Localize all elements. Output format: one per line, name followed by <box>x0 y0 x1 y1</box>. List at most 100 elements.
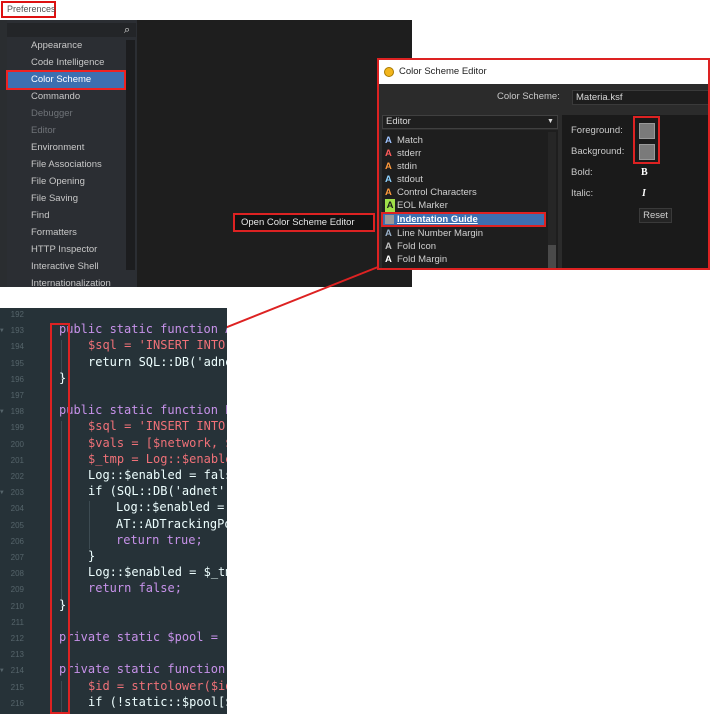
preferences-scrollbar[interactable] <box>126 40 135 270</box>
italic-toggle[interactable]: I <box>642 188 646 199</box>
pref-item-debugger[interactable]: Debugger <box>31 107 73 121</box>
line-number: 194 <box>10 342 24 351</box>
color-scheme-label: Color Scheme: <box>497 91 560 102</box>
code-editor[interactable]: 192 193 194 195 196 197 198 199 200 201 … <box>0 308 227 714</box>
pref-item-editor[interactable]: Editor <box>31 124 56 138</box>
code-line: return true; <box>116 533 203 547</box>
pref-item-appearance[interactable]: Appearance <box>31 39 82 53</box>
pref-item-http-inspector[interactable]: HTTP Inspector <box>31 243 97 257</box>
style-letter-icon: A <box>385 148 392 159</box>
code-line: return SQL::DB('adne <box>88 355 227 369</box>
style-item-label: stderr <box>397 148 422 159</box>
code-line: public static function A <box>59 322 227 336</box>
style-item-label: Control Characters <box>397 187 477 198</box>
code-line: Log::$enabled = <box>116 500 225 514</box>
style-item-stdin[interactable]: Astdin <box>385 160 417 173</box>
style-item-fold-margin[interactable]: A Fold Margin <box>385 253 447 266</box>
style-letter-icon: A <box>385 174 392 185</box>
style-item-fold-icon[interactable]: A Fold Icon <box>385 240 436 253</box>
line-number: 209 <box>10 585 24 594</box>
cse-title: Color Scheme Editor <box>399 66 487 77</box>
line-number: 215 <box>10 683 24 692</box>
style-item-label: stdin <box>397 161 418 172</box>
pref-item-file-associations[interactable]: File Associations <box>31 158 102 172</box>
line-number: 199 <box>10 423 24 432</box>
style-letter-icon: A <box>385 161 392 172</box>
preferences-search-input[interactable] <box>7 23 136 37</box>
open-color-scheme-editor-button[interactable]: Open Color Scheme Editor <box>233 213 375 232</box>
pref-item-internationalization[interactable]: Internationalization <box>31 277 111 291</box>
code-line: $id = strtolower($id <box>88 679 227 693</box>
code-line: $vals = [$network, $ <box>88 436 227 450</box>
line-number: 197 <box>10 391 24 400</box>
code-line: public static function P <box>59 403 227 417</box>
line-number: 212 <box>10 634 24 643</box>
line-number: 200 <box>10 440 24 449</box>
line-number: 213 <box>10 650 24 659</box>
code-line: private static function <box>59 662 226 676</box>
dropdown-arrow-icon[interactable]: ▼ <box>547 116 554 128</box>
pref-item-commando[interactable]: Commando <box>31 90 80 104</box>
guide-swatch-icon <box>385 214 394 224</box>
style-letter-icon: A <box>385 187 392 198</box>
code-line: private static $pool = [ <box>59 630 227 644</box>
style-item-stderr[interactable]: Astderr <box>385 147 421 160</box>
style-item-match[interactable]: A Match <box>385 134 423 147</box>
pref-item-find[interactable]: Find <box>31 209 49 223</box>
style-item-label: Fold Icon <box>397 241 437 252</box>
category-select[interactable]: Editor <box>382 115 558 129</box>
code-line: Log::$enabled = $_tm <box>88 565 227 579</box>
style-item-label: Indentation Guide <box>397 214 478 225</box>
foreground-label: Foreground: <box>571 125 623 136</box>
style-letter-icon: A <box>385 241 392 252</box>
search-icon[interactable]: ⌕ <box>124 23 130 37</box>
line-number: 206 <box>10 537 24 546</box>
style-item-line-number-margin[interactable]: A Line Number Margin <box>385 227 483 240</box>
code-line: $sql = 'INSERT INTO <box>88 419 226 433</box>
bold-label: Bold: <box>571 167 593 178</box>
line-number: 201 <box>10 456 24 465</box>
pref-item-color-scheme[interactable]: Color Scheme <box>31 73 91 87</box>
pref-item-formatters[interactable]: Formatters <box>31 226 77 240</box>
line-number: 216 <box>10 699 24 708</box>
style-list-scroll-thumb[interactable] <box>548 245 556 268</box>
pref-item-interactive-shell[interactable]: Interactive Shell <box>31 260 99 274</box>
line-number: 196 <box>10 375 24 384</box>
fold-marker-icon[interactable]: ▼ <box>0 667 4 674</box>
bold-toggle[interactable]: B <box>641 167 648 178</box>
line-number: 202 <box>10 472 24 481</box>
pref-item-file-opening[interactable]: File Opening <box>31 175 85 189</box>
line-number: 210 <box>10 602 24 611</box>
style-item-indentation-guide[interactable]: Indentation Guide <box>385 213 478 226</box>
line-number: 207 <box>10 553 24 562</box>
line-number: 205 <box>10 521 24 530</box>
code-line: $_tmp = Log::$enable <box>88 452 227 466</box>
swatch-highlight-box <box>633 116 660 164</box>
line-number: 204 <box>10 504 24 513</box>
fold-marker-icon[interactable]: ▼ <box>0 489 4 496</box>
indent-guide-highlight-box <box>50 323 70 714</box>
line-number: 211 <box>11 618 24 627</box>
pref-item-code-intelligence[interactable]: Code Intelligence <box>31 56 104 70</box>
pref-item-file-saving[interactable]: File Saving <box>31 192 78 206</box>
style-letter-icon: A <box>385 199 395 212</box>
code-line: } <box>88 549 96 563</box>
style-item-label: EOL Marker <box>397 200 448 211</box>
style-item-control-characters[interactable]: A Control Characters <box>385 186 477 199</box>
color-scheme-select[interactable]: Materia.ksf <box>572 90 708 105</box>
code-line: Log::$enabled = fals <box>88 468 227 482</box>
code-line: AT::ADTrackingPo <box>116 517 227 531</box>
reset-button[interactable]: Reset <box>639 208 672 223</box>
code-line: return false; <box>88 581 182 595</box>
indent-guide <box>89 501 90 549</box>
style-item-label: Line Number Margin <box>397 228 484 239</box>
code-line: if (!static::$pool[$ <box>88 695 227 709</box>
line-number: 208 <box>10 569 24 578</box>
fold-marker-icon[interactable]: ▼ <box>0 327 4 334</box>
fold-marker-icon[interactable]: ▼ <box>0 408 4 415</box>
style-item-eol-marker[interactable]: A EOL Marker <box>385 199 448 212</box>
line-number: 192 <box>10 310 24 319</box>
style-letter-icon: A <box>385 228 392 239</box>
style-item-stdout[interactable]: Astdout <box>385 173 423 186</box>
pref-item-environment[interactable]: Environment <box>31 141 84 155</box>
